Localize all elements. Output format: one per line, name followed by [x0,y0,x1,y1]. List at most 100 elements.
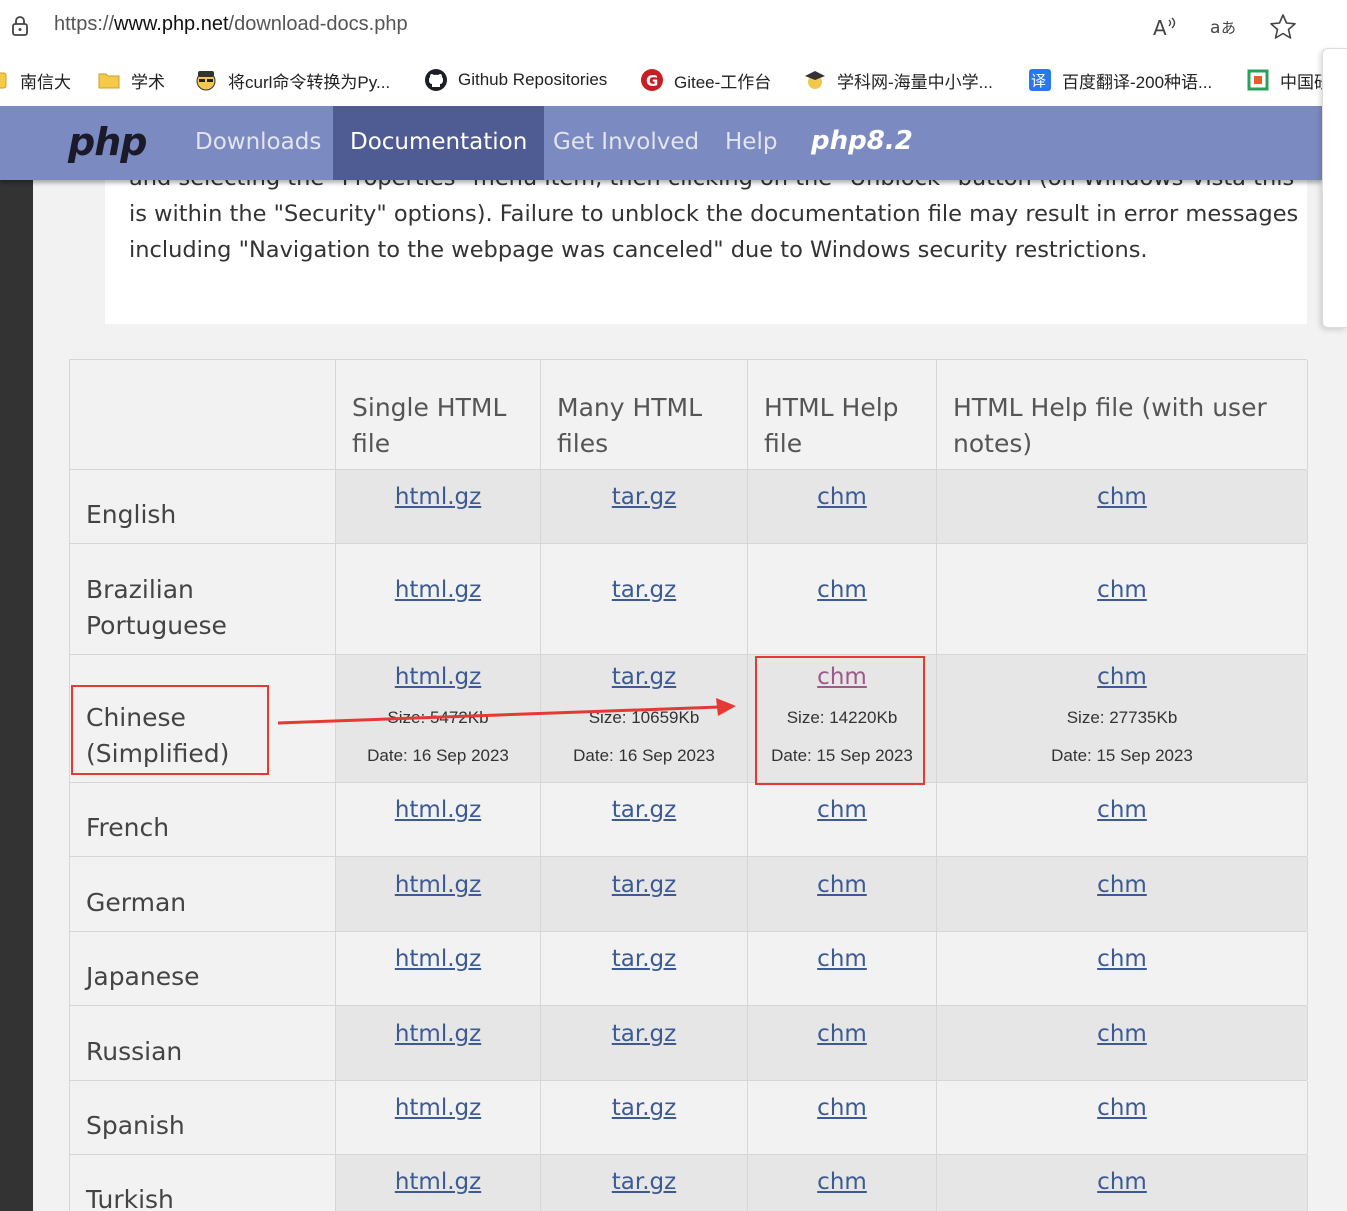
download-cell: html.gz [336,1081,541,1154]
bookmark-gitee[interactable]: G Gitee-工作台 [640,66,771,94]
svg-text:译: 译 [1031,72,1046,90]
download-link-html-help-notes[interactable]: chm [937,872,1307,898]
header-cell: Many HTML files [541,360,748,469]
download-link-html-help[interactable]: chm [748,1021,936,1047]
table-row: Spanish html.gz tar.gz chm chm [69,1081,1308,1155]
download-link-single-html[interactable]: html.gz [336,1095,540,1121]
language-name: German [86,888,187,917]
read-aloud-icon[interactable]: A [1149,12,1179,42]
download-link-html-help-notes[interactable]: chm [937,577,1307,603]
download-link-html-help-notes[interactable]: chm [937,1169,1307,1195]
download-link-html-help-notes[interactable]: chm [937,946,1307,972]
lock-icon[interactable] [10,15,30,37]
download-link-html-help[interactable]: chm [748,484,936,510]
download-link-html-help[interactable]: chm [748,1095,936,1121]
download-link-html-help-notes[interactable]: chm [937,1021,1307,1047]
nav-get-involved[interactable]: Get Involved [553,106,699,180]
download-link-html-help-notes[interactable]: chm [937,1095,1307,1121]
header-many-html: Many HTML files [557,393,703,458]
download-link-many-html[interactable]: tar.gz [541,664,747,690]
nav-help[interactable]: Help [725,106,777,180]
bookmark-xueshu[interactable]: 学术 [97,66,165,94]
download-cell: Size: 27735Kb Date: 15 Sep 2023 chm [937,655,1308,782]
language-name: English [86,500,177,529]
download-link-single-html[interactable]: html.gz [336,577,540,603]
download-link-many-html[interactable]: tar.gz [541,946,747,972]
php-version-badge[interactable]: php8.2 [811,126,913,156]
table-row: Russian html.gz tar.gz chm chm [69,1006,1308,1081]
download-link-single-html[interactable]: html.gz [336,1169,540,1195]
download-link-many-html[interactable]: tar.gz [541,1169,747,1195]
nav-downloads[interactable]: Downloads [195,106,321,180]
graduate-icon [805,71,825,89]
download-link-single-html[interactable]: html.gz [336,946,540,972]
svg-text:G: G [646,72,658,90]
download-cell: chm [748,932,937,1005]
download-link-html-help[interactable]: chm [748,946,936,972]
download-link-single-html[interactable]: html.gz [336,1021,540,1047]
download-link-single-html[interactable]: html.gz [336,664,540,690]
download-link-many-html[interactable]: tar.gz [541,872,747,898]
download-cell: chm [937,932,1308,1005]
download-link-html-help[interactable]: chm [748,1169,936,1195]
bookmark-label: 学术 [131,72,165,92]
url-scheme: https:// [54,13,115,35]
download-cell: chm [748,783,937,856]
download-cell: tar.gz [541,1006,748,1080]
language-name: French [86,813,170,842]
download-cell: tar.gz [541,1081,748,1154]
download-link-many-html[interactable]: tar.gz [541,1095,747,1121]
download-link-many-html[interactable]: tar.gz [541,484,747,510]
bookmark-label: 百度翻译-200种语... [1062,72,1213,92]
header-html-help-notes: HTML Help file (with user notes) [953,393,1267,458]
download-cell: chm [937,1081,1308,1154]
web-page: format, you need to "unblock" the file a… [0,106,1322,1211]
php-logo[interactable]: php [68,120,147,164]
table-row: Brazilian Portuguese html.gz tar.gz chm chm [69,544,1308,655]
download-link-html-help[interactable]: chm [748,797,936,823]
table-row: German html.gz tar.gz chm chm [69,857,1308,932]
download-cell: chm [937,470,1308,543]
bookmark-curl-converter[interactable]: 将curl命令转换为Py... [194,66,390,94]
download-link-many-html[interactable]: tar.gz [541,1021,747,1047]
language-cell: English [70,470,336,543]
download-link-html-help-notes[interactable]: chm [937,484,1307,510]
language-name: Spanish [86,1111,185,1140]
download-cell: chm [937,544,1308,654]
language-cell: Turkish [70,1155,336,1211]
download-link-html-help[interactable]: chm [748,872,936,898]
gitee-icon: G [641,69,663,91]
svg-text:A: A [1153,16,1167,40]
download-cell: tar.gz [541,470,748,543]
nav-documentation[interactable]: Documentation [333,106,545,180]
download-cell: tar.gz [541,783,748,856]
language-name: Russian [86,1037,183,1066]
download-cell: html.gz [336,932,541,1005]
svg-text:a: a [1210,18,1220,38]
bookmark-label: 学科网-海量中小学... [837,72,993,92]
bookmark-github[interactable]: Github Repositories [424,66,607,94]
download-link-html-help[interactable]: chm [748,577,936,603]
header-cell: HTML Help file [748,360,937,469]
bookmark-zxxk[interactable]: 学科网-海量中小学... [803,66,993,94]
download-cell: chm [748,857,937,931]
download-link-many-html[interactable]: tar.gz [541,797,747,823]
translate-icon[interactable]: a あ [1208,12,1238,42]
download-link-html-help-notes[interactable]: chm [937,797,1307,823]
download-link-single-html[interactable]: html.gz [336,484,540,510]
language-cell: Brazilian Portuguese [70,544,336,654]
download-cell: tar.gz [541,932,748,1005]
download-link-single-html[interactable]: html.gz [336,797,540,823]
download-link-many-html[interactable]: tar.gz [541,577,747,603]
favorite-star-icon[interactable] [1268,12,1298,42]
bookmark-cnki[interactable]: 中国研 [1246,66,1331,94]
download-link-single-html[interactable]: html.gz [336,872,540,898]
url-field[interactable]: https://www.php.net/download-docs.php [54,13,408,36]
language-cell: Spanish [70,1081,336,1154]
bookmark-label: 将curl命令转换为Py... [228,72,391,92]
bookmark-nanxinda[interactable]: 南信大 [0,66,71,94]
table-row: Turkish html.gz tar.gz chm chm [69,1155,1308,1211]
download-cell: chm [937,1155,1308,1211]
bookmark-baidu-translate[interactable]: 译 百度翻译-200种语... [1028,66,1212,94]
download-link-html-help-notes[interactable]: chm [937,664,1307,690]
